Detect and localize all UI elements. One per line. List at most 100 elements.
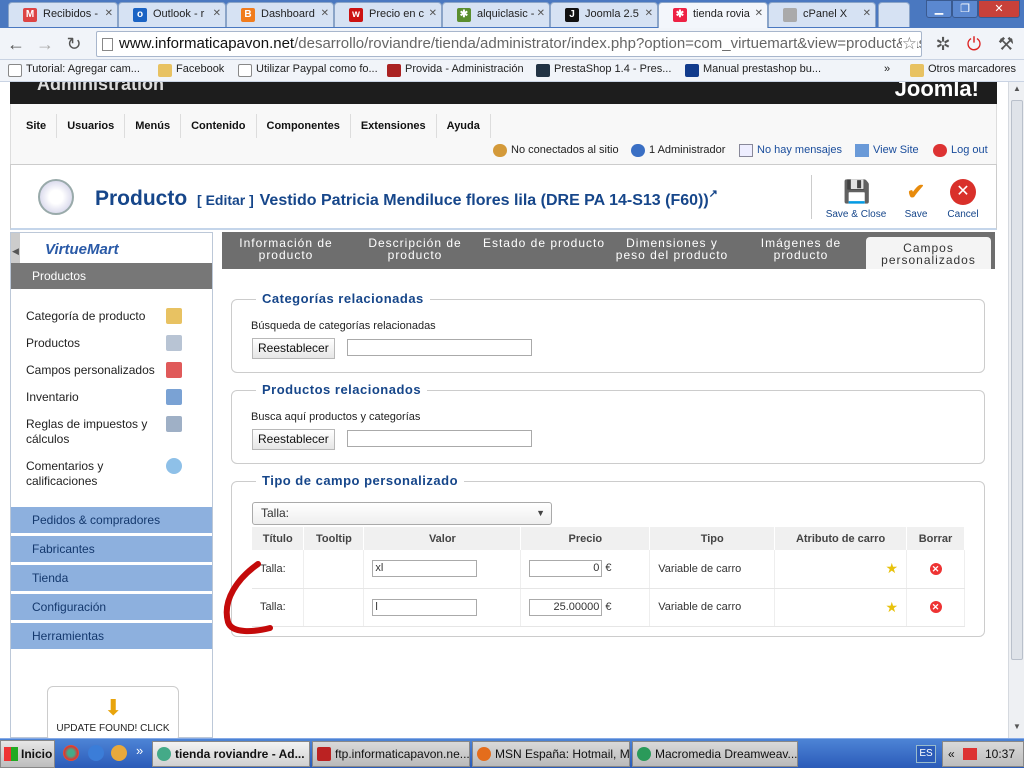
value-input[interactable]: xl (372, 560, 478, 578)
sidebar-item-impuestos[interactable]: Reglas de impuestos y cálculos (26, 417, 156, 447)
sidebar-item-productos[interactable]: Productos (26, 336, 156, 351)
delete-icon[interactable]: ✕ (929, 601, 942, 613)
close-icon[interactable]: ✕ (863, 8, 871, 19)
price-input[interactable]: 0 (529, 560, 603, 578)
close-icon[interactable]: ✕ (537, 8, 545, 19)
sidebar-item-comentarios[interactable]: Comentarios y calificaciones (26, 459, 156, 489)
menu-ayuda[interactable]: Ayuda (437, 114, 491, 138)
taskbar-item-msn[interactable]: MSN España: Hotmail, M... (472, 741, 630, 767)
close-icon[interactable]: ✕ (321, 8, 329, 19)
sidebar-section-fabricantes[interactable]: Fabricantes (11, 536, 212, 563)
sidebar-item-inventario[interactable]: Inventario (26, 390, 156, 405)
view-site-link[interactable]: View Site (855, 144, 919, 157)
sidebar-section-configuracion[interactable]: Configuración (11, 594, 212, 621)
star-bookmark-icon[interactable]: ☆ (901, 32, 917, 56)
taskbar-item-chrome[interactable]: tienda roviandre - Ad... (152, 741, 310, 767)
bookmarks-more-icon[interactable]: » (884, 63, 890, 75)
page-icon (783, 8, 797, 22)
minimize-icon[interactable]: ▁ (926, 0, 952, 18)
ie-icon[interactable] (88, 745, 104, 761)
stop-extension-icon[interactable]: ⏻ (963, 33, 985, 55)
bookmark-provida[interactable]: Provida - Administración (387, 63, 524, 77)
bookmark-paypal[interactable]: Utilizar Paypal como fo... (238, 63, 378, 77)
menu-contenido[interactable]: Contenido (181, 114, 257, 138)
menu-usuarios[interactable]: Usuarios (57, 114, 126, 138)
forward-icon[interactable]: → (34, 33, 56, 55)
browser-tab-precio[interactable]: w Precio en c ✕ (334, 2, 442, 27)
close-window-icon[interactable]: ✕ (978, 0, 1020, 18)
tab-descripcion[interactable]: Descripción de producto (362, 237, 468, 269)
status-messages[interactable]: No hay mensajes (739, 144, 842, 157)
reset-products-button[interactable]: Reestablecer (252, 429, 335, 450)
scroll-down-icon[interactable]: ▼ (1011, 722, 1023, 736)
other-bookmarks[interactable]: Otros marcadores (910, 63, 1016, 77)
admin-icon (631, 144, 645, 157)
browser-tab-cpanel[interactable]: cPanel X ✕ (768, 2, 876, 27)
star-icon[interactable]: ★ (885, 599, 898, 615)
sidebar-section-tienda[interactable]: Tienda (11, 565, 212, 592)
tray-expand-icon[interactable]: « (948, 742, 955, 766)
bookmark-manual-prestashop[interactable]: Manual prestashop bu... (685, 63, 821, 77)
quicklaunch-more-icon[interactable]: » (136, 743, 143, 758)
value-input[interactable]: l (372, 598, 478, 616)
chrome-icon[interactable] (63, 745, 79, 761)
taskbar-item-dreamweaver[interactable]: Macromedia Dreamweav... (632, 741, 798, 767)
star-icon[interactable]: ★ (885, 560, 898, 576)
close-icon[interactable]: ✕ (755, 8, 763, 19)
taskbar-item-ftp[interactable]: ftp.informaticapavon.ne... (312, 741, 470, 767)
browser-tab-alquiclasic[interactable]: ✱ alquiclasic - ✕ (442, 2, 550, 27)
menu-extensiones[interactable]: Extensiones (351, 114, 437, 138)
tab-dimensiones[interactable]: Dimensiones y peso del producto (610, 237, 734, 269)
browser-tab-outlook[interactable]: o Outlook - r ✕ (118, 2, 226, 27)
wrench-menu-icon[interactable]: ⚒ (995, 33, 1017, 55)
close-icon[interactable]: ✕ (213, 8, 221, 19)
reload-icon[interactable]: ↻ (63, 33, 85, 55)
media-icon[interactable] (111, 745, 127, 761)
status-not-connected: No conectados al sitio (493, 144, 619, 157)
sidebar-section-pedidos[interactable]: Pedidos & compradores (11, 507, 212, 534)
delete-icon[interactable]: ✕ (929, 562, 942, 575)
sidebar-item-campos[interactable]: Campos personalizados (26, 363, 156, 378)
tab-campos[interactable]: Campos personalizados (866, 237, 991, 269)
scrollbar-thumb[interactable] (1011, 100, 1023, 660)
language-indicator[interactable]: ES (916, 745, 936, 763)
browser-tab-joomla[interactable]: J Joomla 2.5 ✕ (550, 2, 658, 27)
related-products-input[interactable] (347, 430, 532, 447)
reset-categories-button[interactable]: Reestablecer (252, 338, 335, 359)
custom-field-type-select[interactable]: Talla: ▼ (252, 502, 552, 525)
menu-site[interactable]: Site (16, 114, 58, 138)
scroll-up-icon[interactable]: ▲ (1011, 84, 1023, 98)
price-input[interactable]: 25.00000 (529, 598, 603, 616)
close-icon[interactable]: ✕ (105, 8, 113, 19)
bookmark-tutorial[interactable]: Tutorial: Agregar cam... (8, 63, 140, 77)
browser-tab-tienda[interactable]: ✱ tienda rovia ✕ (658, 2, 768, 29)
update-notice[interactable]: ⬇ UPDATE FOUND! CLICK (47, 686, 179, 738)
network-icon[interactable] (963, 748, 977, 760)
menu-componentes[interactable]: Componentes (257, 114, 351, 138)
browser-tab-dashboard[interactable]: B Dashboard ✕ (226, 2, 334, 27)
start-button[interactable]: Inicio (0, 740, 55, 768)
sidebar-item-categoria[interactable]: Categoría de producto (26, 309, 156, 324)
related-categories-input[interactable] (347, 339, 532, 356)
back-icon[interactable]: ← (5, 33, 27, 55)
page-scrollbar[interactable]: ▲ ▼ (1008, 82, 1024, 738)
cancel-button[interactable]: ✕ Cancel (933, 179, 993, 220)
sidebar-section-herramientas[interactable]: Herramientas (11, 623, 212, 650)
bookmark-prestashop[interactable]: PrestaShop 1.4 - Pres... (536, 63, 671, 77)
tab-imagenes[interactable]: Imágenes de producto (749, 237, 853, 269)
extension-icon[interactable]: ✲ (932, 33, 954, 55)
bookmark-facebook[interactable]: Facebook (158, 63, 224, 77)
close-icon[interactable]: ✕ (645, 8, 653, 19)
restore-icon[interactable]: ❐ (952, 0, 978, 18)
external-link-icon[interactable]: ↗ (709, 188, 718, 200)
logout-link[interactable]: Log out (933, 144, 988, 157)
url-bar[interactable]: www.informaticapavon.net/desarrollo/rovi… (96, 31, 922, 57)
menu-menus[interactable]: Menús (125, 114, 182, 138)
save-close-button[interactable]: 💾 Save & Close (821, 179, 891, 220)
browser-tab-gmail[interactable]: M Recibidos - ✕ (8, 2, 118, 27)
close-icon[interactable]: ✕ (429, 8, 437, 19)
tab-estado[interactable]: Estado de producto (478, 237, 610, 269)
tab-informacion[interactable]: Información de producto (232, 237, 340, 269)
new-tab-button[interactable] (878, 2, 910, 27)
sidebar-section-productos[interactable]: Productos (11, 263, 212, 290)
